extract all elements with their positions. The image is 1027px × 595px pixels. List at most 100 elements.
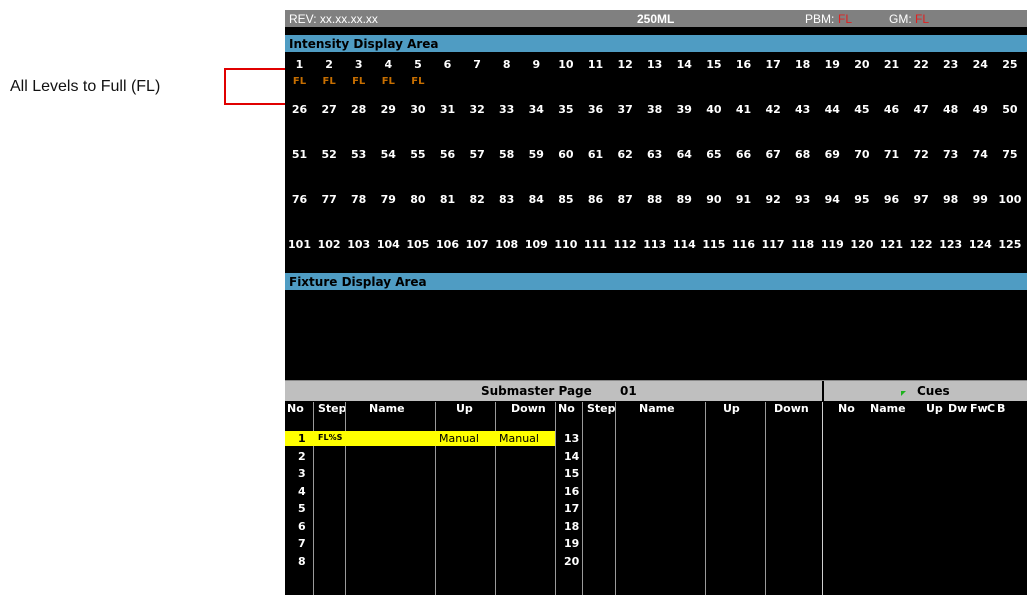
channel-number: 37 xyxy=(617,103,633,116)
channel-number: 98 xyxy=(943,193,959,206)
submaster-number[interactable]: 1 xyxy=(298,432,306,445)
channel-number: 64 xyxy=(676,148,692,161)
submaster-number[interactable]: 13 xyxy=(564,432,579,445)
cue-col-up: Up xyxy=(926,402,943,415)
submaster-number[interactable]: 16 xyxy=(564,485,579,498)
channel-number: 72 xyxy=(913,148,929,161)
submaster-title: Submaster Page xyxy=(481,384,592,398)
channel-number: 61 xyxy=(587,148,604,161)
pbm-value: FL xyxy=(838,12,853,26)
channel-number: 27 xyxy=(321,103,337,116)
cue-col-fw: Fw xyxy=(970,402,988,415)
col-up: Up xyxy=(456,402,473,415)
channel-number: 23 xyxy=(943,58,959,71)
submaster-number[interactable]: 3 xyxy=(298,467,306,480)
channel-number: 88 xyxy=(647,193,663,206)
fixture-title: Fixture Display Area xyxy=(289,275,427,289)
channel-number: 5 xyxy=(414,58,422,71)
cue-col-c: C xyxy=(987,402,996,415)
channel-level: FL xyxy=(411,76,425,87)
row1-up[interactable]: Manual xyxy=(439,432,479,445)
channel-number: 107 xyxy=(465,238,489,251)
channel-number: 17 xyxy=(765,58,781,71)
channel-number: 117 xyxy=(761,238,785,251)
channel-number: 3 xyxy=(354,58,363,71)
channel-number: 85 xyxy=(558,193,574,206)
channel-number: 15 xyxy=(706,58,722,71)
col-name-2: Name xyxy=(639,402,675,415)
channel-number: 100 xyxy=(998,193,1022,206)
channel-number: 60 xyxy=(558,148,574,161)
channel-number: 55 xyxy=(410,148,426,161)
model-text: 250ML xyxy=(637,12,675,26)
channel-number: 109 xyxy=(524,238,548,251)
channel-number: 120 xyxy=(850,238,874,251)
submaster-number[interactable]: 8 xyxy=(298,555,306,568)
channel-number: 124 xyxy=(968,238,992,251)
channel-number: 65 xyxy=(706,148,722,161)
cues-title: Cues xyxy=(917,384,950,398)
channel-number: 19 xyxy=(824,58,840,71)
channel-number: 12 xyxy=(617,58,633,71)
channel-number: 21 xyxy=(883,58,900,71)
channel-number: 95 xyxy=(854,193,870,206)
channel-number: 113 xyxy=(643,238,667,251)
channel-number: 52 xyxy=(321,148,337,161)
channel-number: 33 xyxy=(499,103,515,116)
submaster-number[interactable]: 4 xyxy=(298,485,306,498)
channel-number: 110 xyxy=(554,238,578,251)
channel-number: 70 xyxy=(854,148,870,161)
channel-number: 38 xyxy=(647,103,663,116)
channel-number: 105 xyxy=(406,238,430,251)
row1-down[interactable]: Manual xyxy=(499,432,539,445)
col-down: Down xyxy=(511,402,546,415)
channel-number: 111 xyxy=(584,238,607,251)
submaster-number[interactable]: 6 xyxy=(298,520,306,533)
gm-label: GM: xyxy=(889,12,912,26)
submaster-number[interactable]: 17 xyxy=(564,502,579,515)
channel-number: 13 xyxy=(647,58,663,71)
col-no-2: No xyxy=(558,402,575,415)
channel-number: 53 xyxy=(351,148,367,161)
channel-number: 106 xyxy=(436,238,459,251)
col-step: Step xyxy=(318,402,347,415)
row1-step: FL%S xyxy=(318,433,343,442)
pbm-label: PBM: xyxy=(805,12,835,26)
channel-number: 34 xyxy=(528,103,544,116)
channel-number: 81 xyxy=(439,193,456,206)
channel-number: 77 xyxy=(321,193,337,206)
channel-number: 54 xyxy=(380,148,396,161)
channel-number: 103 xyxy=(347,238,371,251)
channel-number: 118 xyxy=(791,238,815,251)
channel-number: 67 xyxy=(765,148,781,161)
submaster-number[interactable]: 15 xyxy=(564,467,579,480)
channel-number: 51 xyxy=(291,148,308,161)
channel-number: 7 xyxy=(473,58,481,71)
col-step-2: Step xyxy=(587,402,616,415)
channel-level: FL xyxy=(322,76,336,87)
channel-number: 89 xyxy=(676,193,692,206)
channel-number: 9 xyxy=(532,58,541,71)
submaster-number[interactable]: 5 xyxy=(298,502,306,515)
channel-number: 62 xyxy=(617,148,633,161)
col-name: Name xyxy=(369,402,405,415)
submaster-header: Submaster Page 01 Cues xyxy=(285,380,1027,401)
channel-number: 99 xyxy=(972,193,988,206)
channel-number: 58 xyxy=(499,148,515,161)
channel-number: 86 xyxy=(587,193,604,206)
channel-number: 32 xyxy=(469,103,485,116)
submaster-number[interactable]: 20 xyxy=(564,555,579,568)
channel-level: FL xyxy=(292,76,307,87)
channel-number: 79 xyxy=(380,193,396,206)
submaster-number[interactable]: 14 xyxy=(564,450,579,463)
channel-number: 74 xyxy=(972,148,988,161)
submaster-number[interactable]: 2 xyxy=(298,450,306,463)
cue-col-name: Name xyxy=(870,402,906,415)
channel-number: 40 xyxy=(706,103,722,116)
channel-number: 42 xyxy=(765,103,781,116)
channel-number: 56 xyxy=(439,148,456,161)
submaster-number[interactable]: 19 xyxy=(564,537,579,550)
submaster-number[interactable]: 7 xyxy=(298,537,306,550)
channel-number: 8 xyxy=(502,58,511,71)
submaster-number[interactable]: 18 xyxy=(564,520,579,533)
